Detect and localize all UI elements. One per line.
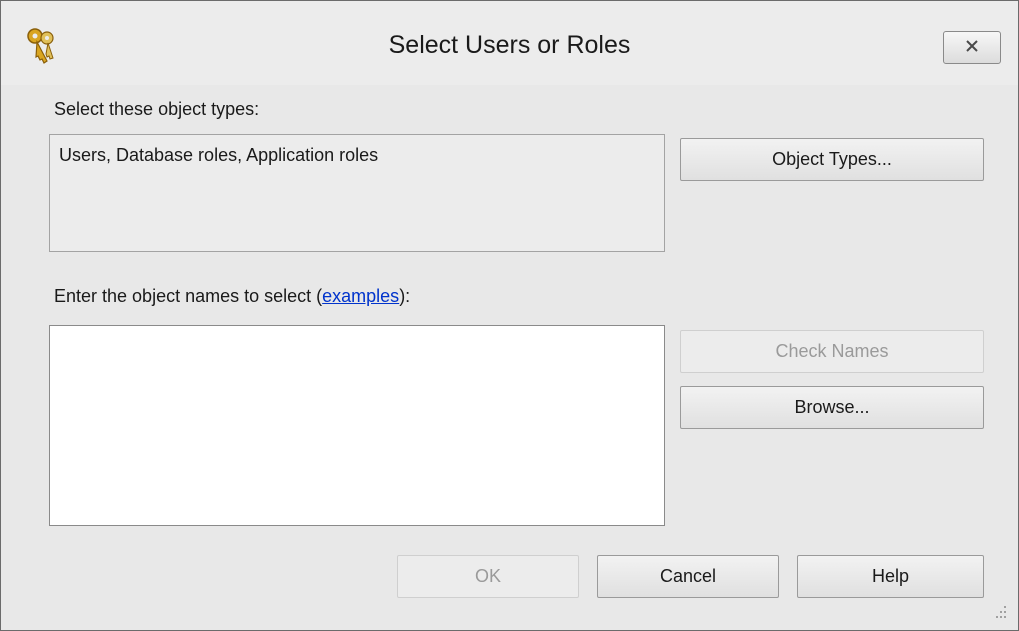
- object-types-value: Users, Database roles, Application roles: [59, 145, 379, 165]
- close-button[interactable]: [943, 31, 1001, 64]
- cancel-button[interactable]: Cancel: [597, 555, 779, 598]
- object-names-label-suffix: ):: [399, 286, 411, 306]
- browse-button[interactable]: Browse...: [680, 386, 984, 429]
- help-button[interactable]: Help: [797, 555, 984, 598]
- close-icon: [965, 39, 979, 57]
- check-names-button[interactable]: Check Names: [680, 330, 984, 373]
- dialog-title: Select Users or Roles: [388, 31, 631, 59]
- object-types-button[interactable]: Object Types...: [680, 138, 984, 181]
- object-names-input[interactable]: [49, 325, 665, 526]
- object-names-label-prefix: Enter the object names to select (: [54, 286, 323, 306]
- object-names-label: Enter the object names to select (exampl…: [54, 286, 410, 307]
- object-types-field: Users, Database roles, Application roles: [49, 134, 665, 252]
- select-users-or-roles-dialog: Select Users or Roles Select these objec…: [0, 0, 1019, 631]
- ok-button[interactable]: OK: [397, 555, 579, 598]
- examples-link[interactable]: examples: [322, 286, 399, 306]
- title-bar[interactable]: Select Users or Roles: [1, 1, 1018, 85]
- resize-grip-icon[interactable]: [989, 603, 1009, 623]
- object-types-label: Select these object types:: [54, 99, 260, 119]
